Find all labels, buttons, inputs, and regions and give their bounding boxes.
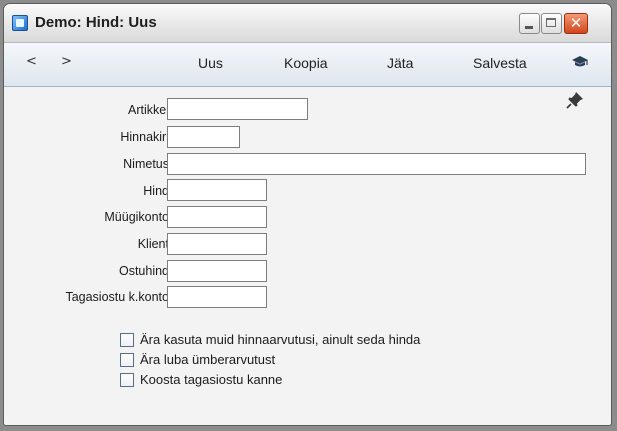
klient-field[interactable] [167,233,267,255]
myygikonto-field[interactable] [167,206,267,228]
ostuhind-field[interactable] [167,260,267,282]
create-buyback-entry-label[interactable]: Koosta tagasiostu kanne [140,372,282,387]
tagasiostu-konto-field[interactable] [167,286,267,308]
title-bar[interactable]: Demo: Hind: Uus ✕ [4,4,611,43]
nimetus-label: Nimetus [123,157,169,171]
klient-label: Klient [137,237,169,251]
nimetus-field[interactable] [167,153,586,175]
ostuhind-label: Ostuhind [118,264,169,278]
copy-button[interactable]: Koopia [284,55,328,71]
previous-record-button[interactable]: < [26,54,37,69]
graduation-cap-icon[interactable] [571,55,589,69]
no-other-pricing-label[interactable]: Ära kasuta muid hinnaarvutusi, ainult se… [140,332,420,347]
hinnakiri-field[interactable] [167,126,240,148]
app-window-icon [12,15,28,31]
create-buyback-entry-checkbox[interactable] [120,373,134,387]
artikkel-field[interactable] [167,98,308,120]
pushpin-icon[interactable] [566,91,584,109]
myygikonto-label: Müügikonto [104,210,169,224]
next-record-button[interactable]: > [61,54,72,69]
save-button[interactable]: Salvesta [473,55,527,71]
no-other-pricing-checkbox[interactable] [120,333,134,347]
close-button[interactable]: ✕ [564,13,588,34]
no-recalculation-checkbox[interactable] [120,353,134,367]
discard-button[interactable]: Jäta [387,55,413,71]
artikkel-label: Artikkel [128,103,169,117]
toolbar: < > Uus Koopia Jäta Salvesta [4,43,611,87]
tagasiostu-konto-label: Tagasiostu k.konto [65,290,169,304]
hind-field[interactable] [167,179,267,201]
hind-label: Hind [143,184,169,198]
window-title: Demo: Hind: Uus [35,14,157,31]
minimize-button[interactable] [519,13,540,34]
new-button[interactable]: Uus [198,55,223,71]
no-recalculation-label[interactable]: Ära luba ümberarvutust [140,352,275,367]
hinnakiri-label: Hinnakiri [120,130,169,144]
maximize-button[interactable] [541,13,562,34]
price-record-window: Demo: Hind: Uus ✕ < > Uus Koopia Jäta Sa… [3,3,612,426]
close-icon: ✕ [569,14,583,32]
